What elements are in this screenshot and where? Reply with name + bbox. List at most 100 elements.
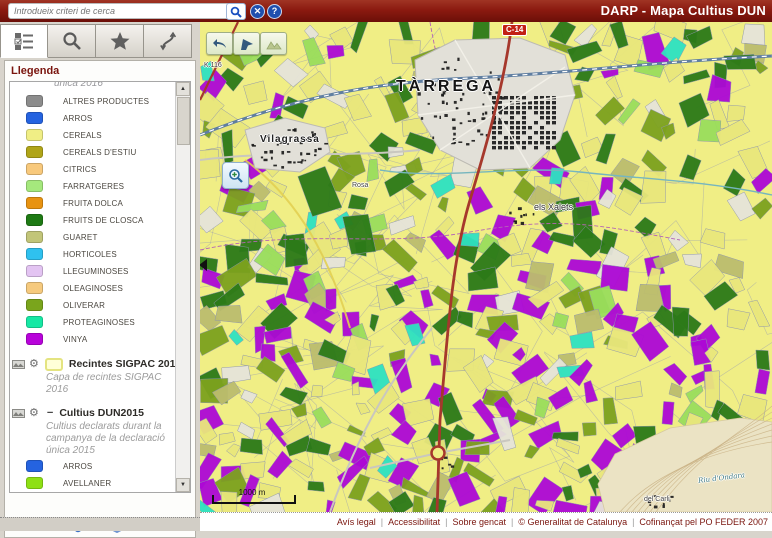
sidebar: Llegenda única 2016 ALTRES PRODUCTES ARRO… bbox=[0, 22, 201, 531]
legend-item: FARRATGERES bbox=[10, 178, 175, 194]
scroll-down-button[interactable]: ▼ bbox=[176, 478, 190, 492]
legend-item: ALTRES PRODUCTES bbox=[10, 93, 175, 109]
scroll-up-button[interactable]: ▲ bbox=[176, 82, 190, 96]
legend-item-label: FARRATGERES bbox=[63, 182, 124, 191]
back-arrow-icon bbox=[212, 38, 228, 50]
legend-swatch bbox=[26, 231, 43, 243]
extent-mountains-icon bbox=[266, 38, 282, 50]
legend-item-label: CITRICS bbox=[63, 165, 96, 174]
full-extent-button[interactable] bbox=[260, 32, 287, 55]
collapse-layer-icon[interactable]: − bbox=[47, 407, 53, 419]
footer-separator: | bbox=[381, 517, 383, 527]
legend-swatch bbox=[26, 333, 43, 345]
legend-item: CEREALS D'ESTIU bbox=[10, 144, 175, 160]
layer-sigpac-subtitle: Capa de recintes SIGPAC 2016 bbox=[46, 372, 172, 396]
magnifier-plus-icon bbox=[228, 168, 244, 184]
pan-tool-button[interactable] bbox=[233, 32, 260, 55]
help-button[interactable]: ? bbox=[267, 4, 282, 19]
legend-item-label: AVELLANER bbox=[63, 479, 111, 488]
panel-title: Llegenda bbox=[11, 65, 59, 77]
map-canvas[interactable]: TÀRREGAVilagrassaels XaletsRosaK.116del … bbox=[200, 22, 772, 512]
sidebar-collapse-handle[interactable] bbox=[200, 256, 209, 274]
tab-search[interactable] bbox=[48, 24, 96, 58]
legend-list-icon bbox=[14, 32, 34, 50]
help-icon: ? bbox=[272, 7, 278, 16]
legend-item-label: FRUITS DE CLOSCA bbox=[63, 216, 144, 225]
legend-item-label: OLIVERAR bbox=[63, 301, 105, 310]
legend-swatch bbox=[26, 163, 43, 175]
layer-zoom-icon[interactable] bbox=[12, 360, 25, 369]
legend-item: OLIVERAR bbox=[10, 297, 175, 313]
star-icon bbox=[109, 31, 131, 51]
header-bar: ✕ ? DARP - Mapa Cultius DUN bbox=[0, 0, 772, 22]
search-tab-icon bbox=[62, 31, 82, 51]
legend-item-label: CEREALS D'ESTIU bbox=[63, 148, 136, 157]
clipped-legend-text: única 2016 bbox=[10, 82, 175, 92]
legend-swatch bbox=[26, 316, 43, 328]
tab-bar bbox=[0, 24, 200, 60]
search-button[interactable] bbox=[226, 3, 246, 20]
legend-swatch bbox=[26, 197, 43, 209]
legend-item: FRUITS DE CLOSCA bbox=[10, 212, 175, 228]
legend-item: GUARET bbox=[10, 229, 175, 245]
legend-swatch bbox=[26, 214, 43, 226]
footer-separator: | bbox=[445, 517, 447, 527]
footer-link[interactable]: Sobre gencat bbox=[452, 517, 506, 527]
footer-link[interactable]: Accessibilitat bbox=[388, 517, 440, 527]
legend-item-label: ARROS bbox=[63, 114, 92, 123]
legend-item: ARROS bbox=[10, 458, 175, 474]
legend-swatch bbox=[26, 146, 43, 158]
legend-item: HORTICOLES bbox=[10, 246, 175, 262]
legend-swatch bbox=[26, 265, 43, 277]
app-title: DARP - Mapa Cultius DUN bbox=[601, 3, 766, 18]
legend-item: CEREALS bbox=[10, 127, 175, 143]
legend-swatch bbox=[26, 460, 43, 472]
legend-swatch bbox=[26, 477, 43, 489]
footer-bar: Avís legal | Accessibilitat | Sobre gencat | ©… bbox=[200, 512, 772, 531]
legend-item: VINYA bbox=[10, 331, 175, 347]
legend-swatch bbox=[26, 95, 43, 107]
legend-swatch bbox=[26, 299, 43, 311]
legend-item: ARROS bbox=[10, 110, 175, 126]
legend-item-label: HORTICOLES bbox=[63, 250, 117, 259]
legend-panel: Llegenda única 2016 ALTRES PRODUCTES ARRO… bbox=[4, 60, 196, 538]
legend-swatch bbox=[26, 282, 43, 294]
legend-item: OLEAGINOSES bbox=[10, 280, 175, 296]
app-window: ✕ ? DARP - Mapa Cultius DUN bbox=[0, 0, 772, 531]
scrollbar-thumb[interactable] bbox=[177, 97, 190, 145]
legend-item: CITRICS bbox=[10, 161, 175, 177]
legend-swatch bbox=[26, 180, 43, 192]
legend-scrollbar[interactable]: ▲ ▼ bbox=[175, 82, 190, 492]
close-button[interactable]: ✕ bbox=[250, 4, 265, 19]
layer-zoom-icon[interactable] bbox=[12, 409, 25, 418]
layer-settings-icon[interactable]: ⚙ bbox=[29, 359, 39, 370]
search-input[interactable] bbox=[8, 3, 230, 19]
legend-item: FRUITA DOLCA bbox=[10, 195, 175, 211]
sigpac-swatch bbox=[45, 358, 63, 371]
legend-item-label: CEREALS bbox=[63, 131, 102, 140]
layer-settings-icon[interactable]: ⚙ bbox=[29, 408, 39, 419]
legend-item-label: OLEAGINOSES bbox=[63, 284, 123, 293]
tab-favorites[interactable] bbox=[96, 24, 144, 58]
sidebar-footer-strip bbox=[0, 517, 200, 531]
legend-item: BLAT DE MORO bbox=[10, 492, 175, 493]
legend-item-label: ALTRES PRODUCTES bbox=[63, 97, 149, 106]
layer-dun2015-subtitle: Cultius declarats durant la campanya de … bbox=[46, 421, 172, 457]
legend-item: AVELLANER bbox=[10, 475, 175, 491]
footer-separator: | bbox=[632, 517, 634, 527]
footer-separator: | bbox=[511, 517, 513, 527]
legend-item-label: GUARET bbox=[63, 233, 98, 242]
tab-route[interactable] bbox=[144, 24, 192, 58]
previous-extent-button[interactable] bbox=[206, 32, 233, 55]
map-graphics bbox=[200, 22, 772, 512]
legend-swatch bbox=[26, 129, 43, 141]
collapse-arrow-icon bbox=[200, 259, 207, 271]
layer-dun2015-header: ⚙ − Cultius DUN2015 bbox=[10, 406, 175, 420]
layer-sigpac-title: Recintes SIGPAC 2016 bbox=[69, 358, 181, 370]
footer-link[interactable]: Cofinançat pel PO FEDER 2007 bbox=[639, 517, 768, 527]
legend-item-label: ARROS bbox=[63, 462, 92, 471]
footer-link[interactable]: © Generalitat de Catalunya bbox=[518, 517, 627, 527]
tab-legend[interactable] bbox=[0, 24, 48, 58]
zoom-in-box-button[interactable] bbox=[222, 162, 249, 189]
footer-link[interactable]: Avís legal bbox=[337, 517, 376, 527]
